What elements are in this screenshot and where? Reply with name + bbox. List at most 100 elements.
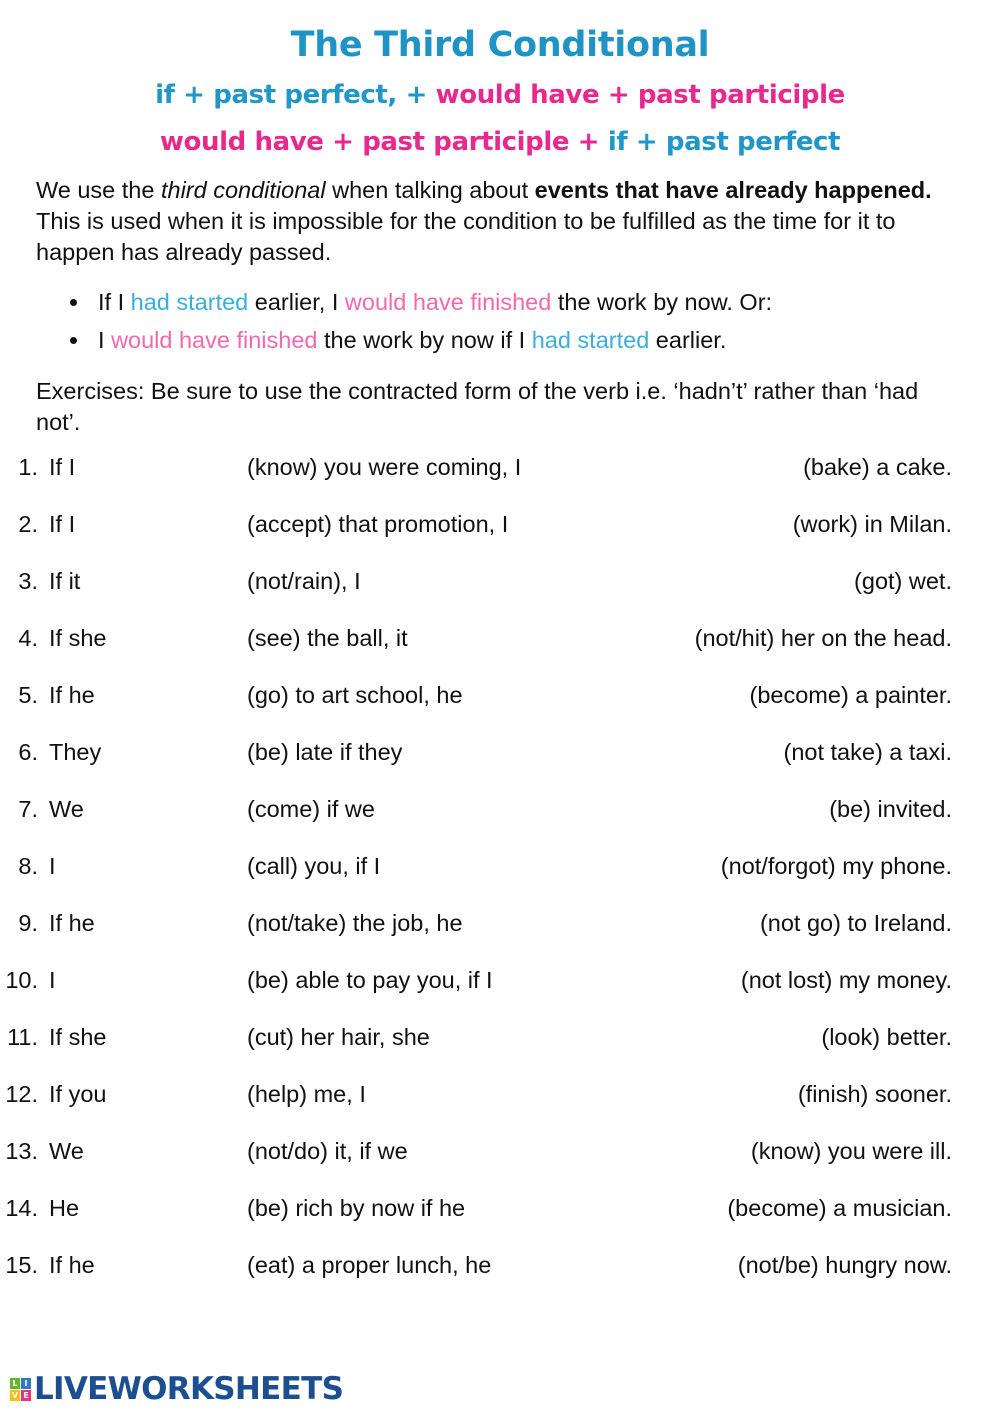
exercise-row-11: 11. If she (cut) her hair, she (look) be… [0, 1024, 1000, 1081]
exercise-row-6: 6. They (be) late if they (not take) a t… [0, 739, 1000, 796]
exercise-number: 1. [18, 454, 38, 481]
liveworksheets-wordmark: LIVEWORKSHEETS [34, 1371, 344, 1407]
exercise-row-15: 15. If he (eat) a proper lunch, he (not/… [0, 1252, 1000, 1309]
exercise-segment-a: If it [49, 568, 81, 595]
example-list: If I had started earlier, I would have f… [0, 269, 1000, 359]
exercise-row-4: 4. If she (see) the ball, it (not/hit) h… [0, 625, 1000, 682]
example-part: earlier. [649, 326, 727, 353]
exercise-segment-c: (not/forgot) my phone. [720, 853, 952, 880]
formula-line-2: would have + past participle + if + past… [0, 108, 1000, 155]
formula-line-1: if + past perfect, + would have + past p… [0, 64, 1000, 108]
exercise-segment-a: We [49, 1138, 84, 1165]
formula-line-1-blue: if + past perfect, + [155, 79, 427, 110]
example-part: the work by now if I [317, 326, 532, 353]
intro-text-2: when talking about [325, 176, 535, 203]
formula-line-2-blue: if + past perfect [607, 126, 841, 157]
exercise-segment-c: (got) wet. [854, 568, 952, 595]
exercise-row-14: 14. He (be) rich by now if he (become) a… [0, 1195, 1000, 1252]
exercise-segment-c: (look) better. [821, 1024, 952, 1051]
exercise-segment-b: (accept) that promotion, I [247, 511, 509, 538]
exercise-segment-a: If you [49, 1081, 107, 1108]
exercise-segment-c: (finish) sooner. [797, 1081, 952, 1108]
exercise-number: 13. [5, 1138, 38, 1165]
intro-text-1: We use the [36, 176, 161, 203]
exercise-segment-a: He [49, 1195, 80, 1222]
example-part: would have finished [344, 288, 552, 315]
exercise-number: 11. [7, 1024, 38, 1051]
exercise-number: 15. [5, 1252, 38, 1279]
exercise-segment-c: (not lost) my money. [740, 967, 952, 994]
exercise-segment-b: (cut) her hair, she [247, 1024, 430, 1051]
exercise-number: 4. [18, 625, 38, 652]
page-title: The Third Conditional [290, 25, 710, 65]
exercise-segment-b: (be) late if they [247, 739, 403, 766]
exercise-segment-a: I [49, 967, 56, 994]
exercise-segment-a: If I [49, 511, 76, 538]
exercise-segment-a: If he [49, 682, 95, 709]
exercise-number: 6. [18, 739, 38, 766]
exercise-row-12: 12. If you (help) me, I (finish) sooner. [0, 1081, 1000, 1138]
formula-line-2-pink: would have + past participle + [159, 126, 600, 157]
exercise-list: 1. If I (know) you were coming, I (bake)… [0, 438, 1000, 1309]
exercise-segment-b: (see) the ball, it [247, 625, 408, 652]
exercise-segment-a: They [49, 739, 102, 766]
exercise-segment-c: (become) a musician. [727, 1195, 952, 1222]
intro-paragraph: We use the third conditional when talkin… [0, 155, 1000, 269]
exercise-number: 5. [18, 682, 38, 709]
example-part: had started [531, 326, 650, 353]
intro-emphasis: third conditional [160, 176, 326, 203]
example-part: the work by now. Or: [551, 288, 773, 315]
formula-line-1-pink: would have + past participle [435, 79, 846, 110]
exercise-segment-c: (be) invited. [829, 796, 952, 823]
exercise-row-8: 8. I (call) you, if I (not/forgot) my ph… [0, 853, 1000, 910]
exercise-row-5: 5. If he (go) to art school, he (become)… [0, 682, 1000, 739]
example-part: had started [130, 288, 249, 315]
exercise-segment-b: (help) me, I [247, 1081, 366, 1108]
exercise-segment-b: (not/do) it, if we [247, 1138, 408, 1165]
exercise-number: 12. [5, 1081, 38, 1108]
exercise-segment-c: (not/hit) her on the head. [694, 625, 952, 652]
exercise-segment-a: If he [49, 1252, 95, 1279]
exercise-segment-a: If she [49, 625, 107, 652]
exercise-row-3: 3. If it (not/rain), I (got) wet. [0, 568, 1000, 625]
exercise-segment-c: (not take) a taxi. [783, 739, 953, 766]
exercise-row-9: 9. If he (not/take) the job, he (not go)… [0, 910, 1000, 967]
exercise-segment-c: (become) a painter. [749, 682, 952, 709]
exercise-segment-c: (work) in Milan. [792, 511, 952, 538]
example-part: I [98, 326, 112, 353]
logo-cell-l: L [10, 1377, 20, 1389]
logo-cell-v: V [10, 1389, 20, 1401]
logo-cell-e: E [21, 1389, 31, 1401]
exercise-segment-a: If I [49, 454, 76, 481]
exercise-number: 3. [18, 568, 38, 595]
exercise-row-13: 13. We (not/do) it, if we (know) you wer… [0, 1138, 1000, 1195]
exercise-row-7: 7. We (come) if we (be) invited. [0, 796, 1000, 853]
logo-cell-i: I [21, 1377, 31, 1389]
exercise-number: 9. [18, 910, 38, 937]
exercise-number: 2. [18, 511, 38, 538]
exercise-segment-b: (not/rain), I [247, 568, 361, 595]
liveworksheets-footer: L I V E LIVEWORKSHEETS [10, 1371, 344, 1407]
exercise-segment-c: (bake) a cake. [803, 454, 952, 481]
exercise-segment-b: (go) to art school, he [247, 682, 463, 709]
exercise-number: 8. [18, 853, 38, 880]
intro-text-3: This is used when it is impossible for t… [36, 208, 896, 266]
exercise-number: 7. [18, 796, 38, 823]
exercise-segment-c: (know) you were ill. [750, 1138, 952, 1165]
list-item: I would have finished the work by now if… [0, 321, 1000, 359]
exercise-segment-b: (not/take) the job, he [247, 910, 463, 937]
example-part: If I [98, 288, 131, 315]
exercise-segment-b: (be) rich by now if he [247, 1195, 466, 1222]
exercise-row-2: 2. If I (accept) that promotion, I (work… [0, 511, 1000, 568]
exercise-segment-a: If he [49, 910, 95, 937]
exercises-instructions: Exercises: Be sure to use the contracted… [36, 377, 919, 435]
list-item: If I had started earlier, I would have f… [0, 283, 1000, 321]
exercise-number: 10. [5, 967, 38, 994]
exercise-segment-c: (not go) to Ireland. [759, 910, 952, 937]
exercise-row-1: 1. If I (know) you were coming, I (bake)… [0, 454, 1000, 511]
exercise-segment-b: (know) you were coming, I [247, 454, 522, 481]
liveworksheets-logo-icon: L I V E [10, 1377, 31, 1401]
exercise-segment-b: (call) you, if I [247, 853, 381, 880]
exercise-row-10: 10. I (be) able to pay you, if I (not lo… [0, 967, 1000, 1024]
exercise-segment-b: (eat) a proper lunch, he [247, 1252, 492, 1279]
